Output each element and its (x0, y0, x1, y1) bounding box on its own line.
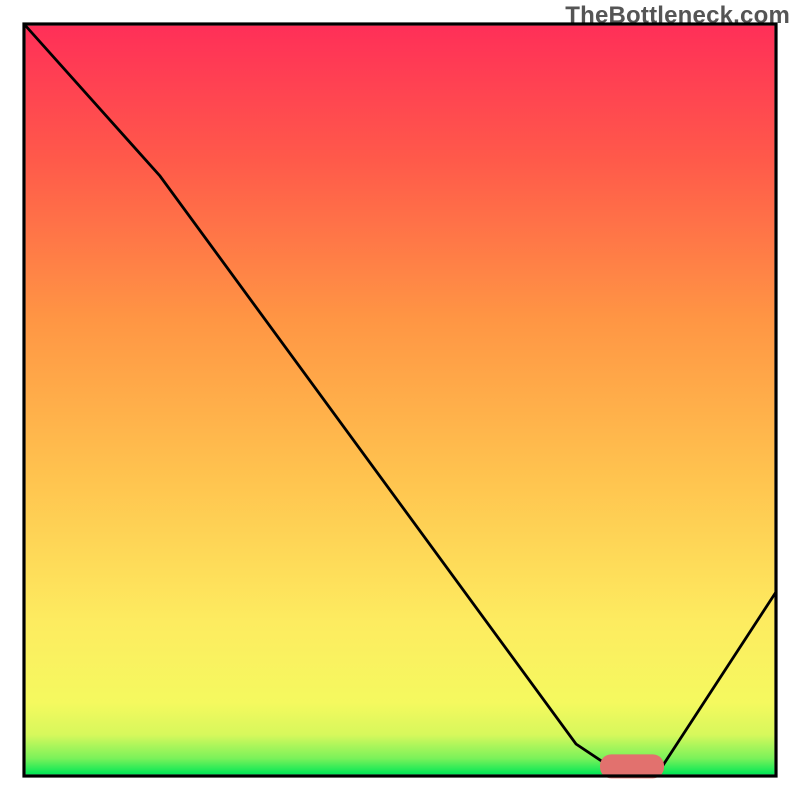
chart-gradient-background (26, 26, 775, 775)
chart-container: TheBottleneck.com (0, 0, 800, 800)
chart-svg (0, 0, 800, 800)
